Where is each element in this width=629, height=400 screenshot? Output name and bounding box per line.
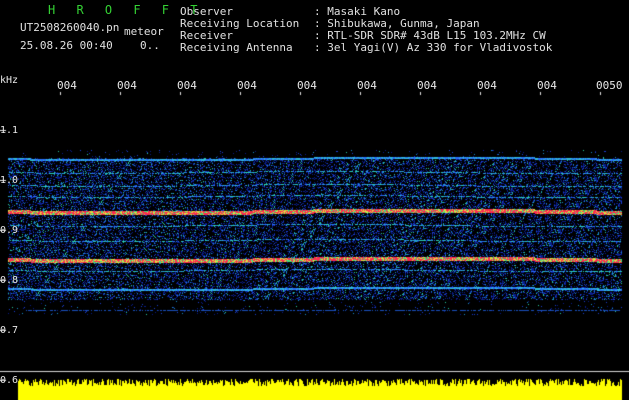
x-tick-label: 004 bbox=[357, 79, 377, 92]
y-tick-label: 0.6 bbox=[0, 375, 19, 386]
date-time: 25.08.26 00:40 bbox=[20, 39, 113, 52]
x-tick-label: 004 bbox=[297, 79, 317, 92]
count-value: 0.. bbox=[140, 39, 160, 52]
observation-type: meteor bbox=[124, 25, 164, 38]
y-tick-label: 1.1 bbox=[0, 125, 19, 136]
y-tick-label: 0.7 bbox=[0, 325, 19, 336]
spectrogram-canvas bbox=[0, 0, 629, 400]
y-unit-label: kHz bbox=[0, 75, 19, 86]
y-tick-label: 0.9 bbox=[0, 225, 19, 236]
x-tick-label: 004 bbox=[117, 79, 137, 92]
x-tick-label: 004 bbox=[57, 79, 77, 92]
hrofft-window: H R O F F T UT2508260040.pn meteor 25.08… bbox=[0, 0, 629, 400]
x-tick-label: 004 bbox=[417, 79, 437, 92]
y-tick-label: 0.8 bbox=[0, 275, 19, 286]
x-tick-label: 004 bbox=[177, 79, 197, 92]
x-tick-label: 004 bbox=[477, 79, 497, 92]
antenna-value: : 3el Yagi(V) Az 330 for Vladivostok bbox=[314, 41, 553, 54]
x-tick-label: 004 bbox=[537, 79, 557, 92]
file-name: UT2508260040.pn bbox=[20, 21, 120, 34]
x-tick-label: 0050 bbox=[596, 79, 623, 92]
antenna-label: Receiving Antenna bbox=[180, 41, 293, 54]
x-tick-label: 004 bbox=[237, 79, 257, 92]
y-tick-label: 1.0 bbox=[0, 175, 19, 186]
